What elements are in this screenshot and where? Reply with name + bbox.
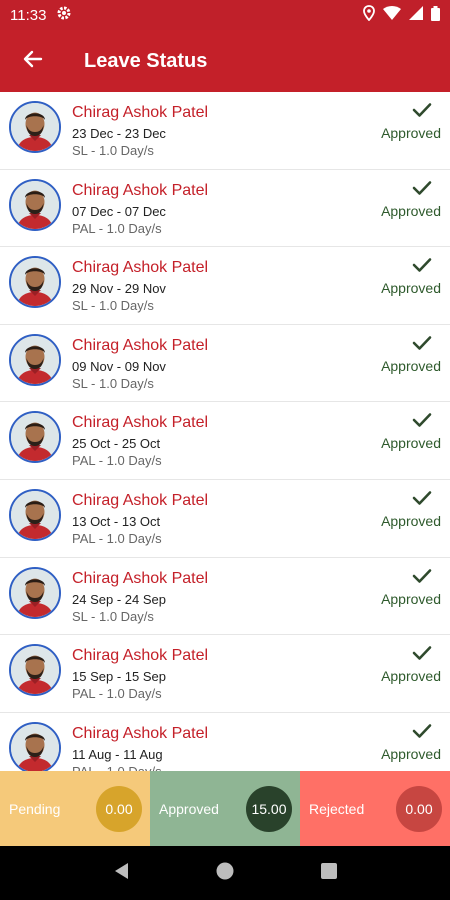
status-time: 11:33 [10,6,47,24]
back-button[interactable] [0,30,66,92]
tab-approved-label: Approved [159,800,219,817]
wifi-icon [383,6,401,24]
leave-dates: 13 Oct - 13 Oct [72,513,161,529]
leave-dates: 11 Aug - 11 Aug [72,746,163,762]
leave-status: Approved [381,668,441,685]
leave-dates: 15 Sep - 15 Sep [72,669,166,685]
leave-list-item[interactable]: Chirag Ashok Patel 24 Sep - 24 Sep SL - … [0,557,450,636]
leave-type-duration: PAL - 1.0 Day/s [72,686,162,702]
employee-name: Chirag Ashok Patel [72,569,209,587]
rejected-count-badge: 0.00 [396,786,442,832]
nav-home-circle-icon[interactable] [215,861,235,886]
avatar [9,721,61,771]
signal-icon [409,6,423,24]
employee-name: Chirag Ashok Patel [72,104,209,121]
leave-type-duration: PAL - 1.0 Day/s [72,453,162,469]
avatar [9,178,61,231]
leave-type-duration: SL - 1.0 Day/s [72,608,154,624]
leave-list-item[interactable]: Chirag Ashok Patel 15 Sep - 15 Sep PAL -… [0,635,450,713]
avatar [9,411,61,464]
leave-dates: 25 Oct - 25 Oct [72,436,161,452]
avatar [9,256,61,309]
leave-type-duration: SL - 1.0 Day/s [72,143,154,158]
employee-name: Chirag Ashok Patel [72,259,209,277]
arrow-left-icon [23,49,43,74]
leave-type-duration: PAL - 1.0 Day/s [72,530,162,546]
system-nav-bar [0,846,450,900]
tab-rejected[interactable]: Rejected 0.00 [300,771,450,846]
employee-name: Chirag Ashok Patel [72,724,209,742]
pending-count-badge: 0.00 [96,786,142,832]
leave-dates: 29 Nov - 29 Nov [72,281,166,297]
avatar [9,333,61,386]
app-bar: Leave Status [0,30,450,92]
avatar [9,566,61,619]
leave-list[interactable]: Chirag Ashok Patel 23 Dec - 23 Dec SL - … [0,92,450,771]
leave-summary-tabs: Pending 0.00 Approved 15.00 Rejected 0.0… [0,771,450,846]
location-icon [363,5,375,25]
checkmark-icon [412,723,432,744]
leave-status: Approved [381,357,441,374]
leave-status: Approved [381,435,441,452]
leave-list-item[interactable]: Chirag Ashok Patel 09 Nov - 09 Nov SL - … [0,324,450,403]
page-title: Leave Status [84,49,208,72]
employee-name: Chirag Ashok Patel [72,414,209,432]
checkmark-icon [412,335,432,356]
leave-list-item[interactable]: Chirag Ashok Patel 29 Nov - 29 Nov SL - … [0,247,450,325]
checkmark-icon [412,257,432,278]
leave-type-duration: SL - 1.0 Day/s [72,298,154,314]
leave-type-duration: PAL - 1.0 Day/s [72,220,162,236]
leave-dates: 09 Nov - 09 Nov [72,358,166,374]
employee-name: Chirag Ashok Patel [72,491,209,509]
checkmark-icon [412,645,432,666]
leave-status: Approved [381,745,441,762]
leave-status: Approved [381,202,441,219]
avatar [9,488,61,541]
leave-dates: 23 Dec - 23 Dec [72,126,166,141]
leave-status: Approved [381,590,441,607]
checkmark-icon [412,568,432,589]
leave-dates: 07 Dec - 07 Dec [72,203,166,219]
avatar [9,101,61,153]
employee-name: Chirag Ashok Patel [72,181,209,199]
leave-status: Approved [381,280,441,297]
status-bar: 11:33 [0,0,450,30]
avatar [9,644,61,697]
leave-list-item[interactable]: Chirag Ashok Patel 13 Oct - 13 Oct PAL -… [0,479,450,558]
leave-list-item[interactable]: Chirag Ashok Patel 11 Aug - 11 Aug PAL -… [0,712,450,771]
leave-status: Approved [381,512,441,529]
checkmark-icon [412,490,432,511]
leave-status: Approved [381,125,441,141]
approved-count-badge: 15.00 [246,786,292,832]
checkmark-icon [412,412,432,433]
leave-list-item[interactable]: Chirag Ashok Patel 23 Dec - 23 Dec SL - … [0,92,450,170]
settings-gear-icon [56,5,72,25]
tab-rejected-label: Rejected [309,800,365,817]
leave-list-item[interactable]: Chirag Ashok Patel 25 Oct - 25 Oct PAL -… [0,402,450,480]
tab-approved[interactable]: Approved 15.00 [150,771,300,846]
tab-pending[interactable]: Pending 0.00 [0,771,150,846]
leave-dates: 24 Sep - 24 Sep [72,591,166,607]
nav-back-triangle-icon[interactable] [112,861,130,886]
leave-list-item[interactable]: Chirag Ashok Patel 07 Dec - 07 Dec PAL -… [0,169,450,248]
tab-pending-label: Pending [9,800,61,817]
nav-recents-square-icon[interactable] [320,862,338,885]
checkmark-icon [412,180,432,201]
battery-icon [431,5,440,25]
employee-name: Chirag Ashok Patel [72,647,209,665]
checkmark-icon [412,102,432,123]
leave-type-duration: PAL - 1.0 Day/s [72,764,162,771]
employee-name: Chirag Ashok Patel [72,336,209,354]
leave-type-duration: SL - 1.0 Day/s [72,375,154,391]
